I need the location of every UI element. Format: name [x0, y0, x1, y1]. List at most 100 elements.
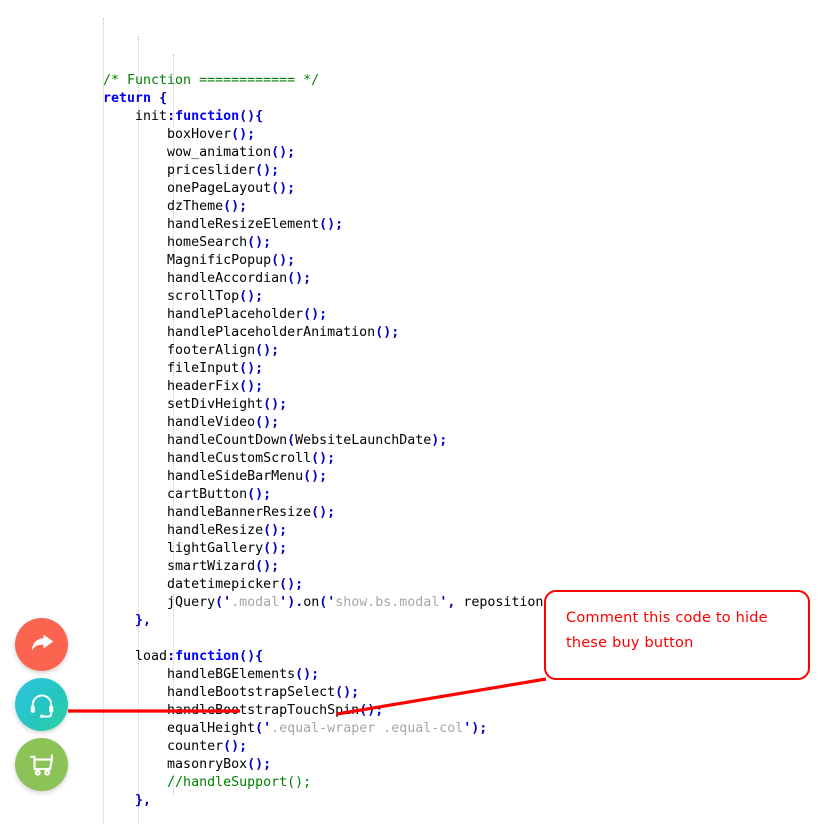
- code-token: ();: [335, 685, 360, 700]
- code-token: handleResizeElement: [167, 217, 320, 232]
- code-token: return: [103, 91, 152, 106]
- code-token: ();: [223, 739, 248, 754]
- code-editor[interactable]: /* Function ============ */ return { init…: [0, 0, 830, 824]
- code-token: ': [279, 595, 288, 610]
- code-line[interactable]: footerAlign();: [0, 342, 830, 360]
- code-token: ();: [223, 199, 248, 214]
- code-line[interactable]: handleSideBarMenu();: [0, 468, 830, 486]
- code-line[interactable]: handleResizeElement();: [0, 216, 830, 234]
- code-token: lightGallery: [167, 541, 264, 556]
- code-token: handleAccordian: [167, 271, 288, 286]
- code-line[interactable]: cartButton();: [0, 486, 830, 504]
- code-line[interactable]: handlePlaceholder();: [0, 306, 830, 324]
- code-line[interactable]: MagnificPopup();: [0, 252, 830, 270]
- code-token: handlePlaceholder: [167, 307, 304, 322]
- code-token: ();: [303, 469, 328, 484]
- code-line[interactable]: handleCountDown(WebsiteLaunchDate);: [0, 432, 830, 450]
- code-line[interactable]: init:function(){: [0, 108, 830, 126]
- code-token: handleBootstrapSelect: [167, 685, 336, 700]
- code-line[interactable]: wow_animation();: [0, 144, 830, 162]
- code-line[interactable]: priceslider();: [0, 162, 830, 180]
- code-line[interactable]: handleResize();: [0, 522, 830, 540]
- code-line[interactable]: setDivHeight();: [0, 396, 830, 414]
- code-token: jQuery: [167, 595, 216, 610]
- code-token: );: [431, 433, 448, 448]
- code-token: ();: [271, 145, 296, 160]
- code-token: equalHeight: [167, 721, 256, 736]
- code-line[interactable]: fileInput();: [0, 360, 830, 378]
- code-line[interactable]: headerFix();: [0, 378, 830, 396]
- annotation-callout: Comment this code to hide these buy butt…: [544, 590, 810, 680]
- code-token: onePageLayout: [167, 181, 272, 196]
- code-token: handleVideo: [167, 415, 256, 430]
- code-line[interactable]: handleBootstrapTouchSpin();: [0, 702, 830, 720]
- code-token: ();: [303, 307, 328, 322]
- support-button[interactable]: [15, 678, 68, 731]
- code-line[interactable]: handleCustomScroll();: [0, 450, 830, 468]
- code-token: on: [303, 595, 320, 610]
- code-lines: /* Function ============ */ return { init…: [0, 72, 830, 824]
- code-token: handleSideBarMenu: [167, 469, 304, 484]
- code-token: ();: [255, 559, 280, 574]
- code-token: },: [135, 793, 152, 808]
- code-token: ,: [447, 595, 456, 610]
- code-line[interactable]: handleBootstrapSelect();: [0, 684, 830, 702]
- code-token: WebsiteLaunchDate: [295, 433, 432, 448]
- code-token: ();: [271, 181, 296, 196]
- code-token: masonryBox: [167, 757, 248, 772]
- code-line[interactable]: [0, 810, 830, 824]
- code-line[interactable]: smartWizard();: [0, 558, 830, 576]
- code-token: ();: [279, 577, 304, 592]
- code-line[interactable]: scrollTop();: [0, 288, 830, 306]
- code-line[interactable]: boxHover();: [0, 126, 830, 144]
- code-line[interactable]: handleBannerResize();: [0, 504, 830, 522]
- code-token: ();: [255, 415, 280, 430]
- code-token: ();: [263, 523, 288, 538]
- code-line[interactable]: lightGallery();: [0, 540, 830, 558]
- code-line[interactable]: dzTheme();: [0, 198, 830, 216]
- code-token: );: [471, 721, 488, 736]
- code-line[interactable]: handleVideo();: [0, 414, 830, 432]
- share-button[interactable]: [15, 618, 68, 671]
- code-token: ();: [247, 235, 272, 250]
- code-token: handlePlaceholderAnimation: [167, 325, 376, 340]
- code-line[interactable]: },: [0, 792, 830, 810]
- code-line[interactable]: handlePlaceholderAnimation();: [0, 324, 830, 342]
- code-line[interactable]: masonryBox();: [0, 756, 830, 774]
- code-token: (){: [239, 649, 264, 664]
- code-line[interactable]: return {: [0, 90, 830, 108]
- code-line[interactable]: /* Function ============ */: [0, 72, 830, 90]
- code-token: init: [135, 109, 168, 124]
- code-token: ': [327, 595, 336, 610]
- annotation-callout-text: Comment this code to hide these buy butt…: [566, 610, 768, 651]
- code-line[interactable]: counter();: [0, 738, 830, 756]
- code-token: ();: [255, 343, 280, 358]
- code-token: ': [223, 595, 232, 610]
- cart-button[interactable]: [15, 738, 68, 791]
- share-arrow-icon: [27, 630, 57, 660]
- code-token: /* Function ============ */: [103, 73, 320, 88]
- code-line[interactable]: equalHeight('.equal-wraper .equal-col');: [0, 720, 830, 738]
- code-token: //handleSupport();: [167, 775, 312, 790]
- code-line[interactable]: homeSearch();: [0, 234, 830, 252]
- code-token: handleResize: [167, 523, 264, 538]
- code-line[interactable]: handleAccordian();: [0, 270, 830, 288]
- code-line[interactable]: //handleSupport();: [0, 774, 830, 792]
- code-line[interactable]: onePageLayout();: [0, 180, 830, 198]
- code-token: ();: [311, 451, 336, 466]
- code-token: ();: [263, 397, 288, 412]
- code-token: ': [263, 721, 272, 736]
